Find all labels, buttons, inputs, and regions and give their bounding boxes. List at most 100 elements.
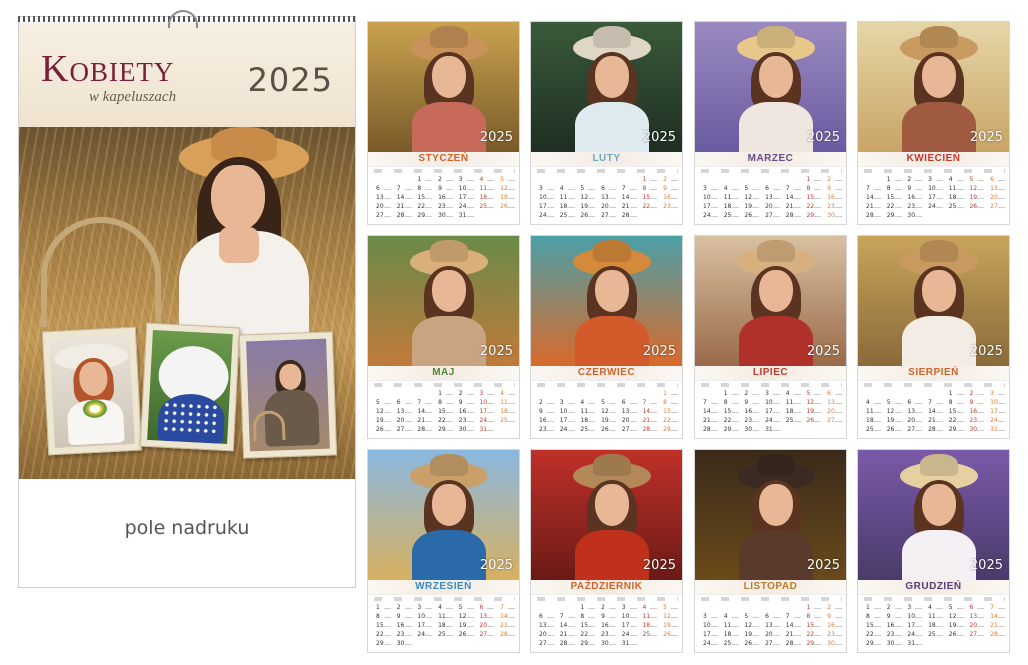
calendar-day: 4 bbox=[475, 176, 496, 185]
month-calendar-grid: 1 2 3 4 5 6 7 8 9 10 11 12 13 14 15 16 17 18 19 20 21 22 23 24 2… bbox=[372, 390, 517, 438]
calendar-day: 9 bbox=[455, 399, 476, 408]
calendar-week: 10 11 12 13 14 15 16 bbox=[535, 194, 680, 203]
calendar-day: 20 bbox=[823, 408, 844, 417]
calendar-day: 17 bbox=[986, 408, 1007, 417]
cover-footer: pole nadruku bbox=[19, 479, 355, 587]
month-year: 2025 bbox=[806, 344, 840, 359]
calendar-day: 5 bbox=[740, 613, 761, 622]
calendar-day: 27 bbox=[761, 212, 782, 221]
calendar-day: 17 bbox=[455, 194, 476, 203]
calendar-day: 14 bbox=[782, 622, 803, 631]
calendar-day: 19 bbox=[496, 194, 517, 203]
calendar-day bbox=[965, 640, 986, 649]
calendar-day: 6 bbox=[823, 390, 844, 399]
calendar-day: 15 bbox=[720, 408, 741, 417]
calendar-day: 20 bbox=[618, 417, 639, 426]
calendar-day bbox=[823, 426, 844, 435]
calendar-day: 21 bbox=[924, 417, 945, 426]
calendar-day: 11 bbox=[924, 613, 945, 622]
calendar-day: 11 bbox=[496, 399, 517, 408]
calendar-week: 26 27 28 29 30 31 bbox=[372, 426, 517, 435]
calendar-day: 29 bbox=[802, 212, 823, 221]
weekday-header bbox=[864, 383, 1005, 387]
calendar-day: 22 bbox=[883, 203, 904, 212]
calendar-day: 21 bbox=[986, 622, 1007, 631]
weekday-header bbox=[374, 383, 515, 387]
calendar-day: 3 bbox=[699, 613, 720, 622]
calendar-day: 7 bbox=[496, 604, 517, 613]
calendar-day: 30 bbox=[965, 426, 986, 435]
calendar-day bbox=[535, 604, 556, 613]
weekday-header bbox=[537, 597, 678, 601]
calendar-day: 27 bbox=[535, 640, 556, 649]
calendar-day: 24 bbox=[535, 212, 556, 221]
calendar-day: 13 bbox=[823, 399, 844, 408]
calendar-day: 10 bbox=[699, 194, 720, 203]
calendar-day: 7 bbox=[618, 185, 639, 194]
calendar-day: 17 bbox=[761, 408, 782, 417]
calendar-day: 26 bbox=[945, 631, 966, 640]
calendar-day: 29 bbox=[862, 640, 883, 649]
calendar-day: 28 bbox=[393, 212, 414, 221]
calendar-day bbox=[903, 390, 924, 399]
hanger-hook bbox=[168, 10, 198, 28]
calendar-day: 25 bbox=[638, 631, 659, 640]
weekday-header bbox=[537, 383, 678, 387]
calendar-day: 29 bbox=[945, 426, 966, 435]
calendar-day: 21 bbox=[556, 631, 577, 640]
calendar-week: 17 18 19 20 21 22 23 bbox=[699, 203, 844, 212]
calendar-day: 2 bbox=[903, 176, 924, 185]
calendar-day: 27 bbox=[965, 631, 986, 640]
calendar-day: 22 bbox=[576, 631, 597, 640]
calendar-week: 7 8 9 10 11 12 13 bbox=[862, 185, 1007, 194]
month-year: 2025 bbox=[806, 558, 840, 573]
calendar-day: 13 bbox=[965, 613, 986, 622]
calendar-week: 123456 bbox=[862, 176, 1007, 185]
cover-subtitle: w kapeluszach bbox=[89, 89, 177, 105]
calendar-day: 30 bbox=[740, 426, 761, 435]
calendar-day: 6 bbox=[903, 399, 924, 408]
month-name: Wrzesień bbox=[415, 581, 472, 592]
month-year: 2025 bbox=[806, 130, 840, 145]
calendar-day: 15 bbox=[862, 622, 883, 631]
calendar-day bbox=[576, 390, 597, 399]
calendar-week: 29 30 31 bbox=[862, 640, 1007, 649]
calendar-day: 21 bbox=[413, 417, 434, 426]
calendar-day: 10 bbox=[455, 185, 476, 194]
calendar-day: 9 bbox=[434, 185, 455, 194]
calendar-day: 6 bbox=[761, 185, 782, 194]
calendar-day: 15 bbox=[802, 622, 823, 631]
calendar-day bbox=[576, 176, 597, 185]
calendar-day: 1 bbox=[576, 604, 597, 613]
calendar-day: 22 bbox=[720, 417, 741, 426]
calendar-day bbox=[413, 640, 434, 649]
month-year: 2025 bbox=[969, 558, 1003, 573]
calendar-day: 8 bbox=[413, 185, 434, 194]
calendar-day: 22 bbox=[862, 631, 883, 640]
calendar-day bbox=[924, 212, 945, 221]
calendar-day: 5 bbox=[496, 176, 517, 185]
calendar-day: 17 bbox=[475, 408, 496, 417]
calendar-day: 8 bbox=[945, 399, 966, 408]
calendar-day: 24 bbox=[556, 426, 577, 435]
calendar-day: 13 bbox=[372, 194, 393, 203]
month-page-3: 2025 Marzec 1 2 3 4 5 6 7 8 9 10 11 12 13 14 15 16 17 18 19 2… bbox=[694, 21, 847, 225]
calendar-day: 8 bbox=[576, 613, 597, 622]
calendar-day: 3 bbox=[413, 604, 434, 613]
calendar-day: 23 bbox=[393, 631, 414, 640]
calendar-day: 3 bbox=[699, 185, 720, 194]
calendar-day: 20 bbox=[986, 194, 1007, 203]
calendar-day: 2 bbox=[597, 604, 618, 613]
calendar-day bbox=[393, 390, 414, 399]
calendar-day: 1 bbox=[720, 390, 741, 399]
calendar-day: 9 bbox=[597, 613, 618, 622]
calendar-day: 22 bbox=[802, 631, 823, 640]
calendar-day: 26 bbox=[455, 631, 476, 640]
calendar-day: 31 bbox=[618, 640, 639, 649]
calendar-day bbox=[618, 390, 639, 399]
calendar-week: 12345 bbox=[535, 604, 680, 613]
calendar-day: 7 bbox=[393, 185, 414, 194]
calendar-day: 12 bbox=[802, 399, 823, 408]
calendar-day: 25 bbox=[576, 426, 597, 435]
month-page-6: 2025 Czerwiec 1 2 3 4 5 6 7 8 9 10 11 12 13 14 15 16 17 18 1… bbox=[530, 235, 683, 439]
